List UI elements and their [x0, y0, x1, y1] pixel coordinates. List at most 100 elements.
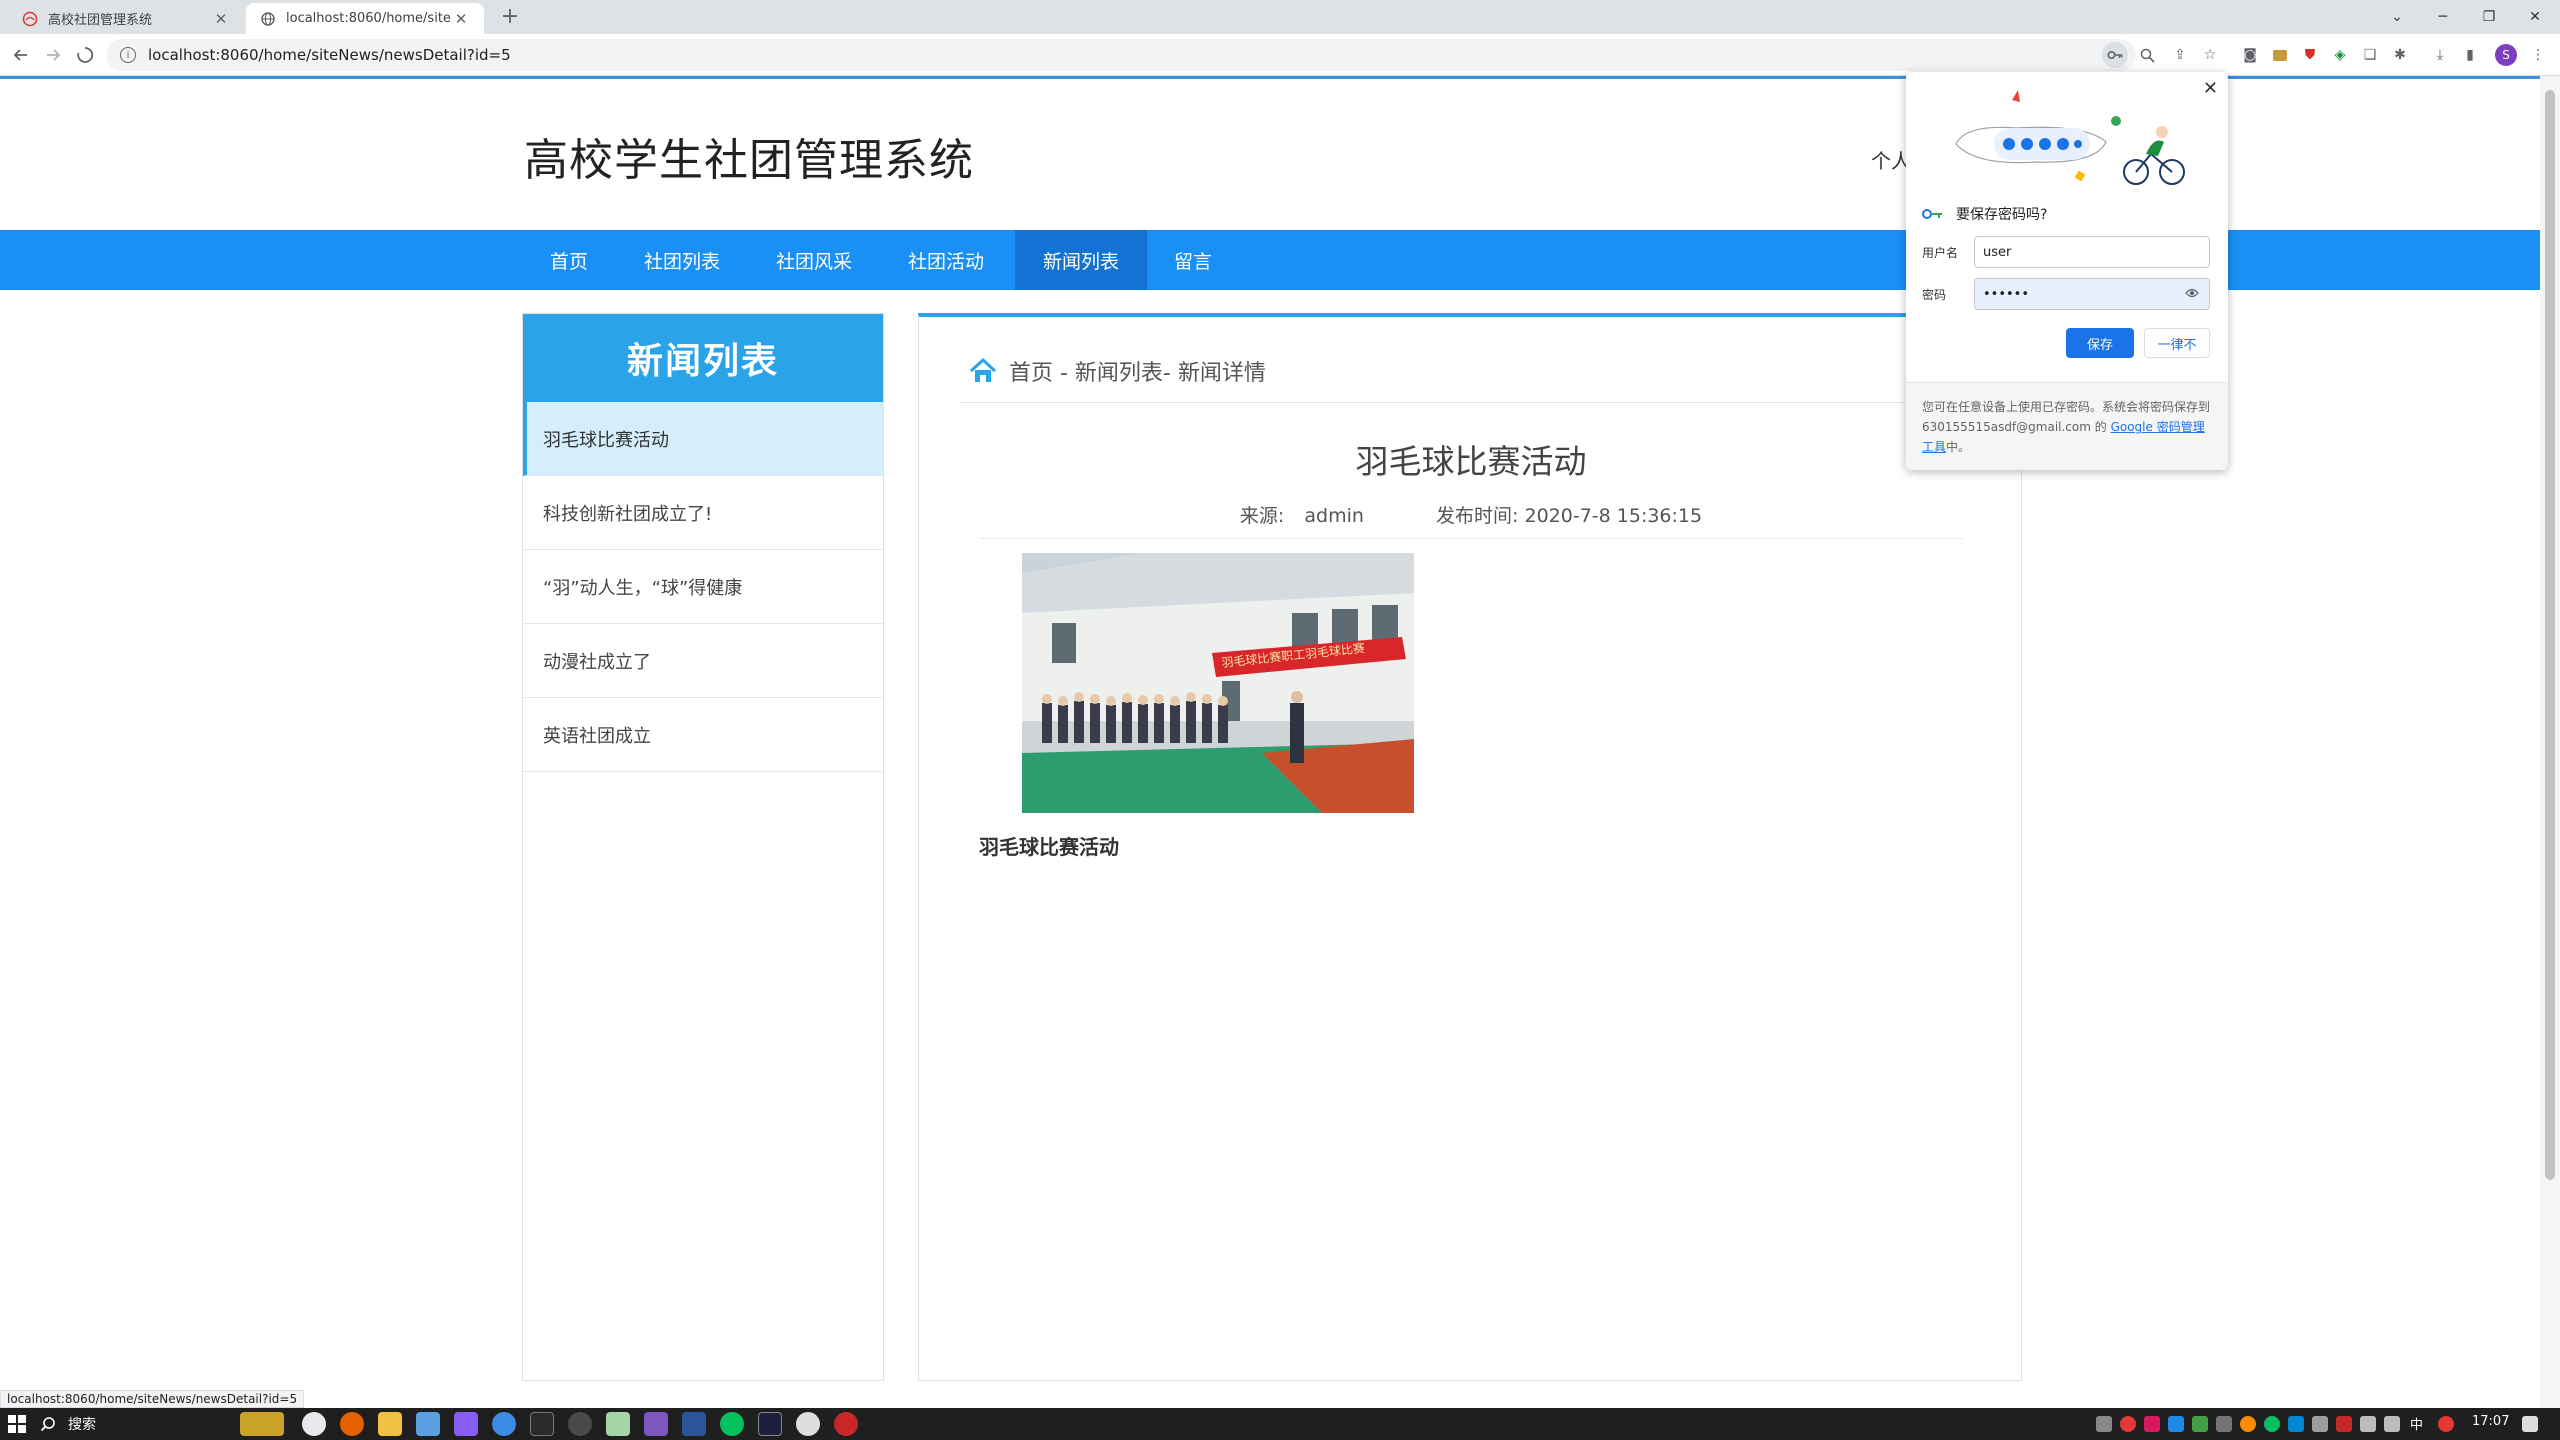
divider — [959, 402, 1979, 403]
tray-icon[interactable] — [2312, 1416, 2328, 1432]
tray-icon[interactable] — [2240, 1416, 2256, 1432]
app-icon[interactable] — [492, 1412, 516, 1436]
time-label: 发布时间: — [1436, 505, 1519, 527]
tray-icon[interactable] — [2144, 1416, 2160, 1432]
tray-icon[interactable] — [2288, 1416, 2304, 1432]
wechat-icon[interactable] — [720, 1412, 744, 1436]
folder-icon[interactable] — [378, 1412, 402, 1436]
browser-tab[interactable]: 高校社团管理系统 ✕ — [8, 3, 244, 34]
key-icon[interactable] — [2102, 42, 2128, 68]
sidebar-item-tech-club[interactable]: 科技创新社团成立了! — [523, 476, 883, 550]
green-extension-icon[interactable]: ◈ — [2330, 45, 2350, 65]
eye-icon[interactable] — [2185, 287, 2199, 302]
scrollbar-thumb[interactable] — [2545, 90, 2555, 1180]
sidebar-item-english-club[interactable]: 英语社团成立 — [523, 698, 883, 772]
nav-news-list[interactable]: 新闻列表 — [1015, 230, 1147, 290]
download-icon[interactable]: ⤓ — [2430, 45, 2450, 65]
site-title: 高校学生社团管理系统 — [524, 135, 974, 186]
back-arrow-icon[interactable] — [6, 40, 36, 70]
tab-close-icon[interactable]: ✕ — [212, 10, 230, 28]
username-value: user — [1983, 244, 2012, 260]
site-info-icon[interactable]: i — [120, 47, 136, 63]
widget-icon[interactable] — [240, 1412, 284, 1436]
app-icon[interactable] — [796, 1412, 820, 1436]
browser-toolbar: i localhost:8060/home/siteNews/newsDetai… — [0, 34, 2560, 76]
record-icon[interactable] — [834, 1412, 858, 1436]
tray-icon[interactable] — [2168, 1416, 2184, 1432]
menu-dots-icon[interactable]: ⋮ — [2528, 45, 2548, 65]
nav-messages[interactable]: 留言 — [1158, 230, 1228, 290]
sidebar-item-health[interactable]: “羽”动人生，“球”得健康 — [523, 550, 883, 624]
close-icon[interactable]: ✕ — [2203, 78, 2218, 99]
password-label: 密码 — [1922, 287, 1947, 302]
side-panel-icon[interactable]: ▮ — [2460, 45, 2480, 65]
tray-icon[interactable] — [2336, 1416, 2352, 1432]
home-icon — [969, 358, 997, 382]
password-illustration — [1955, 90, 2185, 185]
news-detail-panel: 首页 - 新闻列表- 新闻详情 羽毛球比赛活动 来源: admin 发布时间: … — [918, 313, 2022, 1381]
clock[interactable]: 17:07 — [2472, 1414, 2509, 1429]
chrome-icon[interactable] — [302, 1412, 326, 1436]
sidebar-item-anime-club[interactable]: 动漫社成立了 — [523, 624, 883, 698]
notification-icon[interactable] — [2522, 1416, 2538, 1432]
restore-button[interactable]: ❐ — [2466, 0, 2512, 34]
address-bar[interactable]: i localhost:8060/home/siteNews/newsDetai… — [106, 39, 2155, 71]
page-scrollbar[interactable] — [2540, 76, 2560, 1408]
word-icon[interactable] — [682, 1412, 706, 1436]
user-link[interactable]: 个人 — [1871, 145, 1911, 174]
clipboard-icon[interactable]: ❏ — [2360, 45, 2380, 65]
never-save-button[interactable]: 一律不 — [2144, 328, 2210, 358]
tray-icon[interactable] — [2438, 1416, 2454, 1432]
store-icon[interactable] — [416, 1412, 440, 1436]
password-field[interactable]: •••••• — [1974, 278, 2210, 310]
nav-club-list[interactable]: 社团列表 — [630, 230, 734, 290]
profile-avatar[interactable]: S — [2495, 44, 2517, 66]
image-extension-icon[interactable] — [2270, 45, 2290, 65]
username-label: 用户名 — [1922, 245, 1959, 260]
forward-arrow-icon[interactable] — [38, 40, 68, 70]
close-window-button[interactable]: ✕ — [2512, 0, 2558, 34]
ime-indicator[interactable]: 中 — [2410, 1414, 2423, 1433]
footer-end: 中。 — [1946, 440, 1971, 454]
sidebar-item-badminton[interactable]: 羽毛球比赛活动 — [523, 402, 883, 476]
nav-club-showcase[interactable]: 社团风采 — [762, 230, 866, 290]
zoom-icon[interactable] — [2134, 42, 2160, 68]
terminal-icon[interactable] — [530, 1412, 554, 1436]
password-row: 密码 •••••• — [1922, 278, 2210, 310]
tray-icon[interactable] — [2216, 1416, 2232, 1432]
tray-chevron-icon[interactable] — [2096, 1416, 2112, 1432]
volume-icon[interactable] — [2384, 1416, 2400, 1432]
puzzle-icon[interactable]: ✱ — [2390, 45, 2410, 65]
bookmark-star-icon[interactable]: ☆ — [2200, 45, 2220, 65]
new-tab-button[interactable]: + — [496, 4, 524, 32]
tray-icon[interactable] — [2192, 1416, 2208, 1432]
stop-loading-icon[interactable] — [70, 40, 100, 70]
camera-icon[interactable]: ◙ — [2240, 45, 2260, 65]
save-password-button[interactable]: 保存 — [2066, 328, 2134, 358]
source-label: 来源: — [1239, 505, 1285, 527]
tab-title: localhost:8060/home/siteNe — [286, 11, 452, 26]
tab-close-icon[interactable]: ✕ — [452, 10, 470, 28]
notes-icon[interactable] — [606, 1412, 630, 1436]
app-icon[interactable] — [644, 1412, 668, 1436]
share-icon[interactable]: ⇪ — [2170, 45, 2190, 65]
site-favicon-icon — [22, 11, 38, 27]
search-label: 搜索 — [68, 1417, 96, 1433]
network-icon[interactable] — [2360, 1416, 2376, 1432]
tab-title: 高校社团管理系统 — [48, 13, 153, 28]
nav-home[interactable]: 首页 — [534, 230, 604, 290]
ide-icon[interactable] — [758, 1412, 782, 1436]
browser-tab-active[interactable]: localhost:8060/home/siteNe ✕ — [246, 3, 484, 34]
firefox-icon[interactable] — [340, 1412, 364, 1436]
tab-search-icon[interactable]: ⌄ — [2374, 0, 2420, 34]
wechat-tray-icon[interactable] — [2264, 1416, 2280, 1432]
windows-start-icon[interactable] — [8, 1415, 26, 1433]
chat-icon[interactable] — [568, 1412, 592, 1436]
shield-extension-icon[interactable]: ⛊ — [2300, 45, 2320, 65]
minimize-button[interactable]: ─ — [2420, 0, 2466, 34]
app-icon[interactable] — [454, 1412, 478, 1436]
username-field[interactable]: user — [1974, 236, 2210, 268]
tray-icon[interactable] — [2120, 1416, 2136, 1432]
nav-club-activities[interactable]: 社团活动 — [894, 230, 998, 290]
breadcrumb-text[interactable]: 首页 - 新闻列表- 新闻详情 — [1009, 355, 1266, 387]
